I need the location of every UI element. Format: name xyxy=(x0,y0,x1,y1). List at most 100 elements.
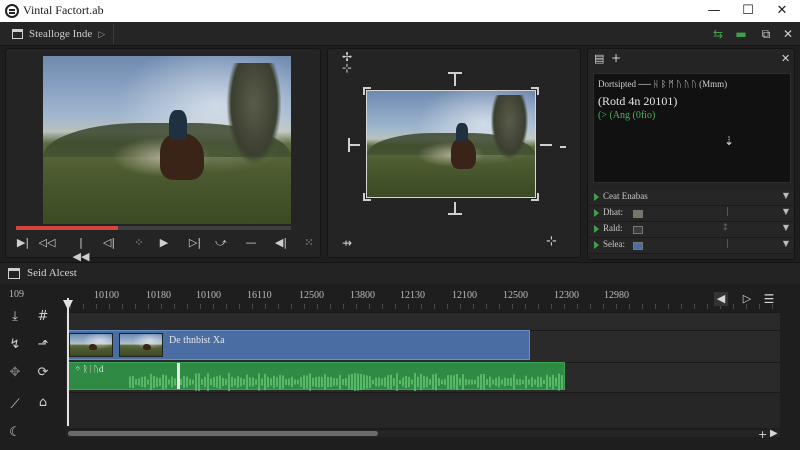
step-end-icon[interactable]: ◀| xyxy=(272,236,290,250)
expand-arrow-icon[interactable] xyxy=(594,241,599,249)
waveform-bar xyxy=(348,374,350,390)
audio-keyframe-handle[interactable] xyxy=(177,363,180,389)
project-tab[interactable]: Stealloge Inde ▷ xyxy=(4,24,115,44)
separator-icon[interactable]: — xyxy=(242,236,260,250)
scroll-right-icon[interactable]: ▶ xyxy=(770,428,778,439)
corner-handle-br[interactable] xyxy=(531,193,539,201)
waveform-bar xyxy=(399,379,401,385)
property-dropdown-icon[interactable]: ▼ xyxy=(783,191,789,200)
property-row[interactable]: Ceat Enabas ▼ xyxy=(590,190,793,206)
safe-area-icon[interactable]: ⇸ xyxy=(342,236,352,250)
video-clip-label: De thnbist Xa xyxy=(169,335,225,346)
source-video-frame[interactable] xyxy=(43,56,291,224)
night-icon[interactable]: ☾ xyxy=(4,424,26,442)
curve-icon[interactable]: ⟋ xyxy=(4,396,26,414)
ruler-tick xyxy=(486,304,487,309)
track-empty[interactable] xyxy=(66,312,780,330)
waveform-bar xyxy=(294,379,296,385)
loop-icon[interactable]: ⟳ xyxy=(32,364,54,382)
prev-marker-button[interactable]: ◀ xyxy=(714,292,728,306)
ruler-tick xyxy=(655,304,656,309)
ruler-label: 13800 xyxy=(350,290,375,301)
track-toggle-icon[interactable]: ▬ xyxy=(733,26,749,42)
corner-handle-tl[interactable] xyxy=(363,87,371,95)
inspector-close-icon[interactable]: ✕ xyxy=(781,52,790,65)
waveform-bar xyxy=(219,375,221,389)
waveform-bar xyxy=(375,377,377,387)
property-row[interactable]: Selea: | ▼ xyxy=(590,238,793,254)
program-video-frame[interactable] xyxy=(366,90,536,198)
track-empty-lower[interactable] xyxy=(66,392,780,428)
color-swatch[interactable] xyxy=(633,242,643,250)
audio-clip[interactable]: ᛜ ᚱᛁᚢd xyxy=(68,362,565,391)
fit-frame-icon[interactable]: ⊹ xyxy=(546,234,557,249)
waveform-bar xyxy=(342,379,344,385)
ruler-tick xyxy=(174,304,175,309)
playhead[interactable] xyxy=(67,298,69,426)
zoom-in-icon[interactable]: + xyxy=(758,428,767,441)
waveform-bar xyxy=(258,373,260,391)
ripple-icon[interactable]: ⬏ xyxy=(32,336,54,354)
next-marker-button[interactable]: ▷ xyxy=(740,292,754,306)
play-from-start-icon[interactable]: ▶| xyxy=(14,236,32,250)
snap-icon[interactable]: ⁘ xyxy=(130,236,148,250)
timeline-scroll-thumb[interactable] xyxy=(68,431,378,436)
waveform-bar xyxy=(480,374,482,390)
ruler-tick xyxy=(226,304,227,309)
timeline-menu-button[interactable]: ☰ xyxy=(762,292,776,306)
waveform-bar xyxy=(150,373,152,391)
property-tick: | xyxy=(725,239,729,249)
video-clip[interactable]: De thnbist Xa xyxy=(68,330,530,360)
ruler-tick xyxy=(590,304,591,309)
waveform-bar xyxy=(438,378,440,386)
waveform-bar xyxy=(432,374,434,390)
timeline-ruler[interactable]: 10100 10180 10100 16110 12500 13800 12130 12100… xyxy=(66,286,780,310)
right-handle[interactable] xyxy=(540,144,552,146)
waveform-bar xyxy=(171,376,173,388)
expand-arrow-icon[interactable] xyxy=(594,225,599,233)
step-back-icon[interactable]: |◀◀ xyxy=(72,236,90,263)
safe-margins-icon[interactable]: ⁙ xyxy=(300,236,318,250)
tab-arrow-icon[interactable]: ▷ xyxy=(98,29,105,40)
mark-out-icon[interactable]: ▷| xyxy=(186,236,204,250)
rewind-icon[interactable]: ◁◁ xyxy=(38,236,56,250)
waveform-bar xyxy=(462,374,464,390)
color-swatch[interactable] xyxy=(633,226,643,234)
inspector-add-icon[interactable]: + xyxy=(611,51,621,65)
playhead-cap[interactable] xyxy=(63,300,73,310)
import-icon[interactable]: ⤓ xyxy=(4,308,26,326)
swap-icon[interactable]: ⇆ xyxy=(710,26,726,42)
property-dropdown-icon[interactable]: ▼ xyxy=(783,223,789,232)
move-icon[interactable]: ✥ xyxy=(4,364,26,382)
waveform-bar xyxy=(384,377,386,387)
marker-icon[interactable]: ⌂ xyxy=(32,394,54,412)
corner-handle-bl[interactable] xyxy=(363,193,371,201)
ruler-tick xyxy=(707,304,708,309)
timeline-title: Seid Alcest xyxy=(27,267,77,279)
property-row[interactable]: Rald: ↕ ▼ xyxy=(590,222,793,238)
expand-arrow-icon[interactable] xyxy=(594,193,599,201)
expand-arrow-icon[interactable] xyxy=(594,209,599,217)
program-grid-icon[interactable]: ⊹ xyxy=(342,61,352,75)
source-progress-bar[interactable] xyxy=(16,226,291,230)
inspector-menu-icon[interactable]: ▤ xyxy=(594,52,604,65)
play-icon[interactable]: ▶ xyxy=(155,236,173,250)
property-dropdown-icon[interactable]: ▼ xyxy=(783,207,789,216)
property-dropdown-icon[interactable]: ▼ xyxy=(783,239,789,248)
mark-in-icon[interactable]: ◁| xyxy=(100,236,118,250)
grid-icon[interactable]: # xyxy=(32,308,54,326)
corner-handle-tr[interactable] xyxy=(531,87,539,95)
top-handle-stem xyxy=(454,72,456,86)
minimize-button[interactable]: — xyxy=(703,2,725,20)
close-panel-icon[interactable]: ✕ xyxy=(780,26,796,42)
duplicate-icon[interactable]: ⧉ xyxy=(758,26,774,42)
timeline-scrollbar[interactable] xyxy=(66,430,780,437)
maximize-button[interactable]: ☐ xyxy=(737,2,759,20)
waveform-bar xyxy=(276,377,278,387)
pen-icon[interactable]: ↯ xyxy=(4,336,26,354)
close-button[interactable]: ✕ xyxy=(771,2,793,20)
property-row[interactable]: Dhat: | ▼ xyxy=(590,206,793,222)
color-swatch[interactable] xyxy=(633,210,643,218)
waveform-bar xyxy=(153,375,155,389)
loop-icon[interactable]: ⤻ xyxy=(212,236,230,250)
